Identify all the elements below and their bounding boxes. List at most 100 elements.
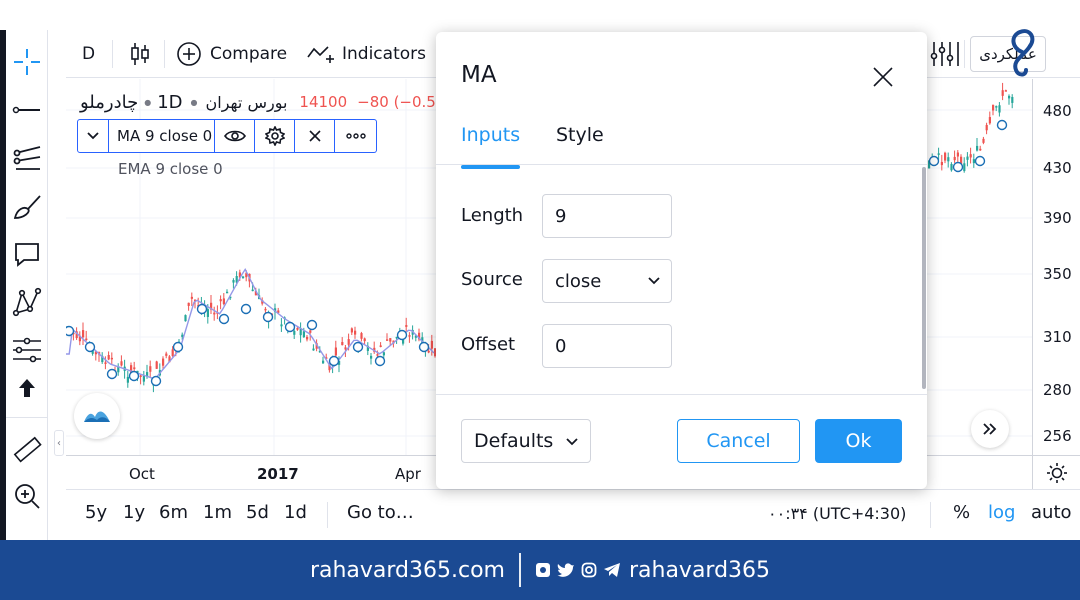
range-1y[interactable]: 1y bbox=[123, 502, 145, 523]
candles-icon[interactable] bbox=[128, 30, 152, 78]
ema-marker bbox=[418, 341, 430, 353]
candle bbox=[165, 353, 168, 356]
indicators-button[interactable]: Indicators bbox=[306, 30, 426, 78]
bottom-toolbar: 5y 1y 6m 1m 5d 1d Go to… ۰۰:۳۴ (UTC+4:30… bbox=[66, 489, 1080, 539]
toolbar-divider bbox=[6, 417, 48, 418]
candle bbox=[264, 308, 267, 311]
price-axis[interactable]: 480 430 390 350 310 280 256 bbox=[1032, 79, 1080, 455]
pattern-icon[interactable] bbox=[6, 282, 48, 322]
zoom-in-icon[interactable] bbox=[6, 476, 48, 516]
candle bbox=[940, 161, 943, 166]
more-options-icon[interactable] bbox=[335, 119, 377, 153]
candle bbox=[972, 159, 975, 164]
brush-icon[interactable] bbox=[6, 186, 48, 226]
dialog-scrollbar[interactable] bbox=[922, 167, 926, 389]
range-5d[interactable]: 5d bbox=[246, 502, 269, 523]
close-icon[interactable] bbox=[870, 64, 896, 90]
range-5y[interactable]: 5y bbox=[85, 502, 107, 523]
chevron-down-icon bbox=[87, 132, 99, 140]
ema-legend-label[interactable]: EMA 9 close 0 bbox=[118, 160, 223, 178]
candle bbox=[219, 299, 222, 302]
candle bbox=[120, 361, 123, 366]
candle bbox=[126, 376, 129, 383]
ruler-icon[interactable] bbox=[6, 430, 48, 470]
toolbar-separator bbox=[964, 40, 965, 68]
ok-button[interactable]: Ok bbox=[815, 419, 902, 463]
collapse-legend-button[interactable] bbox=[77, 119, 109, 153]
candle bbox=[82, 330, 85, 338]
eye-icon[interactable] bbox=[215, 119, 255, 153]
goto-button[interactable]: Go to… bbox=[347, 502, 414, 523]
candle bbox=[969, 154, 972, 158]
app-icon[interactable] bbox=[535, 562, 551, 578]
instagram-icon[interactable] bbox=[581, 562, 597, 578]
legend-exchange: بورس تهران bbox=[205, 92, 288, 112]
scroll-to-realtime-button[interactable] bbox=[971, 410, 1009, 448]
gear-icon[interactable] bbox=[255, 119, 295, 153]
auto-toggle[interactable]: auto bbox=[1031, 502, 1072, 523]
crosshair-icon[interactable] bbox=[6, 42, 48, 82]
tab-inputs[interactable]: Inputs bbox=[461, 124, 520, 146]
log-toggle[interactable]: log bbox=[988, 502, 1015, 523]
source-select[interactable]: close bbox=[542, 259, 672, 303]
clock-timezone[interactable]: ۰۰:۳۴ (UTC+4:30) bbox=[768, 504, 906, 523]
candle bbox=[107, 355, 110, 360]
range-1d[interactable]: 1d bbox=[284, 502, 307, 523]
candle bbox=[998, 105, 1001, 113]
footer-handle[interactable]: rahavard365 bbox=[629, 558, 770, 583]
candle bbox=[293, 330, 296, 335]
candle bbox=[344, 347, 347, 350]
candle bbox=[334, 347, 337, 356]
candle bbox=[155, 361, 158, 369]
chart-settings-button[interactable] bbox=[1032, 455, 1080, 489]
compare-button[interactable]: Compare bbox=[176, 30, 287, 78]
collapse-toolbar-handle[interactable]: ‹ bbox=[54, 430, 64, 456]
pitchfork-icon[interactable] bbox=[6, 138, 48, 178]
arrow-up-icon[interactable] bbox=[6, 368, 48, 408]
ema-marker bbox=[172, 341, 184, 353]
ema-marker bbox=[352, 341, 364, 353]
price-tick: 350 bbox=[1043, 265, 1072, 283]
defaults-dropdown[interactable]: Defaults bbox=[461, 419, 591, 463]
candle bbox=[389, 338, 392, 342]
legend-symbol[interactable]: چادرملو bbox=[80, 92, 138, 113]
candle bbox=[963, 163, 966, 172]
dialog-divider bbox=[436, 164, 927, 165]
candle bbox=[171, 349, 174, 357]
measure-levels-icon[interactable] bbox=[6, 330, 48, 370]
top-frame bbox=[0, 0, 1080, 30]
candle bbox=[104, 362, 107, 364]
cancel-button[interactable]: Cancel bbox=[677, 419, 800, 463]
candle bbox=[322, 360, 325, 364]
length-input[interactable]: 9 bbox=[542, 194, 672, 238]
length-label: Length bbox=[461, 205, 524, 226]
offset-input[interactable]: 0 bbox=[542, 324, 672, 368]
percent-toggle[interactable]: % bbox=[953, 502, 970, 523]
dialog-title: MA bbox=[461, 62, 497, 88]
candle bbox=[312, 348, 315, 351]
telegram-icon[interactable] bbox=[603, 562, 621, 578]
candle bbox=[309, 330, 312, 333]
legend-price: 14100 bbox=[299, 93, 348, 111]
settings-sliders-icon[interactable] bbox=[928, 30, 960, 78]
footer-site[interactable]: rahavard365.com bbox=[310, 558, 505, 583]
close-icon[interactable] bbox=[295, 119, 335, 153]
study-label[interactable]: MA 9 close 0 bbox=[109, 119, 215, 153]
candle bbox=[187, 302, 190, 306]
tab-style[interactable]: Style bbox=[556, 124, 604, 146]
candle bbox=[953, 156, 956, 161]
tradingview-logo-icon[interactable] bbox=[74, 393, 120, 439]
candle bbox=[360, 333, 363, 339]
offset-label: Offset bbox=[461, 334, 516, 355]
ema-marker bbox=[106, 368, 118, 380]
candle bbox=[206, 309, 209, 317]
twitter-icon[interactable] bbox=[556, 562, 575, 578]
range-6m[interactable]: 6m bbox=[159, 502, 188, 523]
trend-line-icon[interactable] bbox=[6, 90, 48, 130]
interval-button[interactable]: D bbox=[82, 30, 95, 78]
range-1m[interactable]: 1m bbox=[203, 502, 232, 523]
candle bbox=[386, 339, 389, 341]
candle bbox=[363, 338, 366, 342]
price-tick: 480 bbox=[1043, 102, 1072, 120]
comment-icon[interactable] bbox=[6, 234, 48, 274]
